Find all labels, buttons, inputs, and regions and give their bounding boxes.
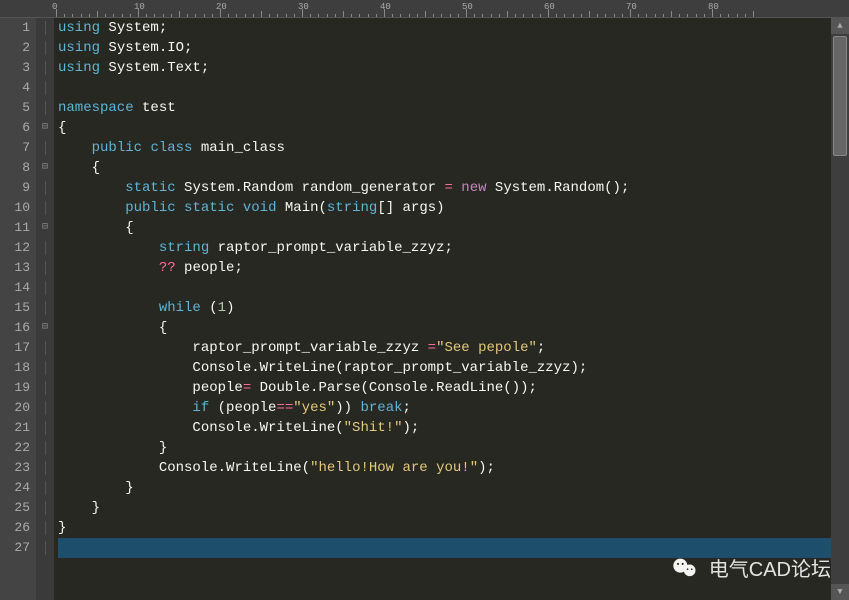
wechat-icon <box>671 554 699 582</box>
fold-toggle[interactable]: ⊟ <box>36 118 54 138</box>
code-line[interactable]: static System.Random random_generator = … <box>58 178 831 198</box>
line-number: 2 <box>0 38 30 58</box>
code-line[interactable]: while (1) <box>58 298 831 318</box>
line-number: 9 <box>0 178 30 198</box>
code-line[interactable]: { <box>58 318 831 338</box>
line-number: 5 <box>0 98 30 118</box>
line-number: 25 <box>0 498 30 518</box>
line-number: 10 <box>0 198 30 218</box>
line-number: 7 <box>0 138 30 158</box>
code-line[interactable]: } <box>58 478 831 498</box>
line-number: 15 <box>0 298 30 318</box>
code-line[interactable]: if (people=="yes")) break; <box>58 398 831 418</box>
ruler: 01020304050607080 <box>0 0 849 18</box>
code-line[interactable] <box>58 278 831 298</box>
line-number: 20 <box>0 398 30 418</box>
line-number: 21 <box>0 418 30 438</box>
line-number: 8 <box>0 158 30 178</box>
code-line[interactable]: { <box>58 218 831 238</box>
line-number: 4 <box>0 78 30 98</box>
line-number: 27 <box>0 538 30 558</box>
line-number: 24 <box>0 478 30 498</box>
code-line[interactable]: Console.WriteLine("hello!How are you!"); <box>58 458 831 478</box>
line-number: 26 <box>0 518 30 538</box>
code-line[interactable]: string raptor_prompt_variable_zzyz; <box>58 238 831 258</box>
line-number-gutter: 1234567891011121314151617181920212223242… <box>0 18 36 600</box>
line-number: 19 <box>0 378 30 398</box>
code-line[interactable]: } <box>58 438 831 458</box>
code-line[interactable]: public class main_class <box>58 138 831 158</box>
code-line[interactable]: { <box>58 118 831 138</box>
line-number: 16 <box>0 318 30 338</box>
code-line[interactable]: Console.WriteLine(raptor_prompt_variable… <box>58 358 831 378</box>
code-line[interactable]: ?? people; <box>58 258 831 278</box>
code-line[interactable]: using System; <box>58 18 831 38</box>
line-number: 6 <box>0 118 30 138</box>
line-number: 18 <box>0 358 30 378</box>
line-number: 23 <box>0 458 30 478</box>
line-number: 17 <box>0 338 30 358</box>
watermark-text: 电气CAD论坛 <box>709 553 831 582</box>
watermark: 电气CAD论坛 <box>671 553 831 582</box>
code-line[interactable] <box>58 78 831 98</box>
code-line[interactable]: using System.IO; <box>58 38 831 58</box>
line-number: 3 <box>0 58 30 78</box>
fold-toggle[interactable]: ⊟ <box>36 318 54 338</box>
code-line[interactable]: public static void Main(string[] args) <box>58 198 831 218</box>
fold-column[interactable]: ⊟ ⊟ ⊟ ⊟ <box>36 18 54 600</box>
scroll-up-arrow[interactable]: ▲ <box>831 18 849 34</box>
code-line[interactable]: namespace test <box>58 98 831 118</box>
scrollbar-thumb[interactable] <box>833 36 847 156</box>
fold-toggle[interactable]: ⊟ <box>36 158 54 178</box>
line-number: 12 <box>0 238 30 258</box>
vertical-scrollbar[interactable]: ▲ ▼ <box>831 18 849 600</box>
code-line[interactable]: { <box>58 158 831 178</box>
code-area[interactable]: using System;using System.IO;using Syste… <box>54 18 831 600</box>
code-line[interactable]: raptor_prompt_variable_zzyz ="See pepole… <box>58 338 831 358</box>
line-number: 11 <box>0 218 30 238</box>
line-number: 22 <box>0 438 30 458</box>
scroll-down-arrow[interactable]: ▼ <box>831 584 849 600</box>
code-line[interactable]: } <box>58 518 831 538</box>
code-editor: 1234567891011121314151617181920212223242… <box>0 18 849 600</box>
line-number: 14 <box>0 278 30 298</box>
code-line[interactable]: } <box>58 498 831 518</box>
line-number: 1 <box>0 18 30 38</box>
code-line[interactable]: people= Double.Parse(Console.ReadLine())… <box>58 378 831 398</box>
code-line[interactable]: using System.Text; <box>58 58 831 78</box>
code-line[interactable]: Console.WriteLine("Shit!"); <box>58 418 831 438</box>
fold-toggle[interactable]: ⊟ <box>36 218 54 238</box>
line-number: 13 <box>0 258 30 278</box>
